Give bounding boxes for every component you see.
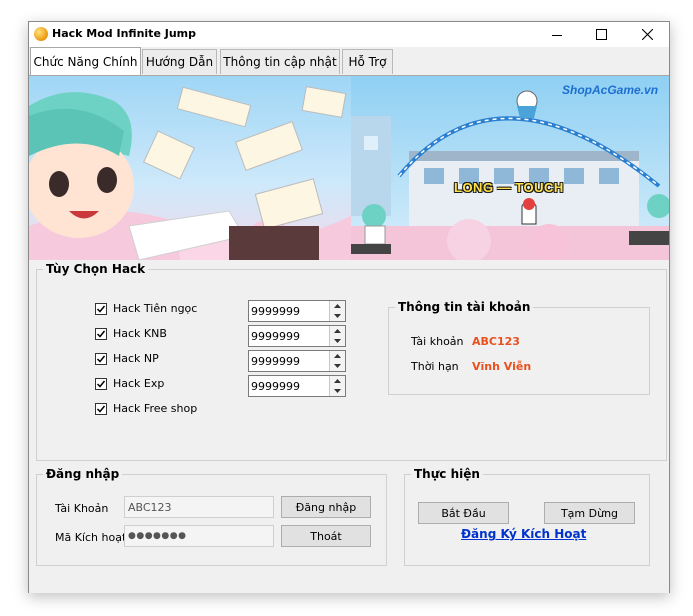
stepper-value: 9999999 [251,330,300,343]
title-bar: Hack Mod Infinite Jump [29,22,669,47]
login-group: Đăng nhập Tài Khoản ABC123 Mã Kích hoạt … [36,467,387,566]
spin-down-icon[interactable] [330,361,345,371]
login-button[interactable]: Đăng nhập [281,496,371,518]
maximize-button[interactable] [579,22,623,47]
stepper-value: 9999999 [251,305,300,318]
check-icon [96,355,106,363]
tab-support[interactable]: Hỗ Trợ [342,49,393,74]
minimize-icon [552,34,562,36]
app-coin-icon [34,27,48,41]
hack-knb-label: Hack KNB [113,327,167,340]
hack-free-shop-label: Hack Free shop [113,402,198,415]
spin-up-icon[interactable] [330,376,345,386]
hack-np-label: Hack NP [113,352,159,365]
spin-down-icon[interactable] [330,386,345,396]
expiry-value: Vĩnh Viễn [472,360,532,373]
stepper-value: 9999999 [251,355,300,368]
tab-strip: Chức Năng Chính Hướng Dẫn Thông tin cập … [29,47,669,75]
spin-up-icon[interactable] [330,326,345,336]
hack-tien-ngoc-checkbox[interactable] [95,303,107,315]
window-title: Hack Mod Infinite Jump [52,27,196,40]
exit-button[interactable]: Thoát [281,525,371,547]
start-button[interactable]: Bắt Đầu [418,502,509,524]
account-info-group: Thông tin tài khoản Tài khoản ABC123 Thờ… [388,300,650,395]
banner-caption: LONG — TOUCH [454,180,564,195]
hack-options-legend: Tùy Chọn Hack [43,262,149,276]
account-value: ABC123 [472,335,520,348]
tien-ngoc-stepper[interactable]: 9999999 [248,300,346,322]
banner-watermark: ShopAcGame.vn [562,83,659,97]
tab-guide[interactable]: Hướng Dẫn [142,49,217,74]
exp-stepper[interactable]: 9999999 [248,375,346,397]
np-stepper[interactable]: 9999999 [248,350,346,372]
spin-up-icon[interactable] [330,301,345,311]
knb-stepper[interactable]: 9999999 [248,325,346,347]
hack-options-group: Tùy Chọn Hack Hack Tiên ngọc Hack KNB Ha… [36,262,667,461]
hack-knb-checkbox[interactable] [95,328,107,340]
hack-np-checkbox[interactable] [95,353,107,365]
close-button[interactable] [625,22,669,47]
activation-key-field[interactable]: ●●●●●●● [124,525,274,547]
tab-update-info[interactable]: Thông tin cập nhật [220,49,340,74]
spin-up-icon[interactable] [330,351,345,361]
check-icon [96,305,106,313]
stepper-value: 9999999 [251,380,300,393]
spin-down-icon[interactable] [330,336,345,346]
activation-key-label: Mã Kích hoạt [55,531,127,544]
hack-tien-ngoc-label: Hack Tiên ngọc [113,302,198,315]
minimize-button[interactable] [535,22,579,47]
login-account-label: Tài Khoản [55,502,109,515]
account-info-legend: Thông tin tài khoản [395,300,534,314]
tab-main-functions[interactable]: Chức Năng Chính [30,47,141,75]
register-activation-link[interactable]: Đăng Ký Kích Hoạt [461,527,586,541]
hack-free-shop-checkbox[interactable] [95,403,107,415]
maximize-icon [595,29,607,40]
actions-legend: Thực hiện [411,467,483,481]
check-icon [96,330,106,338]
login-account-field[interactable]: ABC123 [124,496,274,518]
close-icon [641,29,653,40]
check-icon [96,405,106,413]
banner-image: ShopAcGame.vn LONG — TOUCH [29,76,669,260]
pause-button[interactable]: Tạm Dừng [544,502,635,524]
expiry-label: Thời hạn [411,360,459,373]
login-legend: Đăng nhập [43,467,123,481]
tab-content: ShopAcGame.vn LONG — TOUCH Tùy Chọn Hack… [29,75,669,593]
actions-group: Thực hiện Bắt Đầu Tạm Dừng Đăng Ký Kích … [404,467,650,566]
check-icon [96,380,106,388]
app-window: Hack Mod Infinite Jump Chức Năng Chính H… [28,21,670,593]
hack-exp-label: Hack Exp [113,377,165,390]
hack-exp-checkbox[interactable] [95,378,107,390]
spin-down-icon[interactable] [330,311,345,321]
account-label: Tài khoản [411,335,464,348]
